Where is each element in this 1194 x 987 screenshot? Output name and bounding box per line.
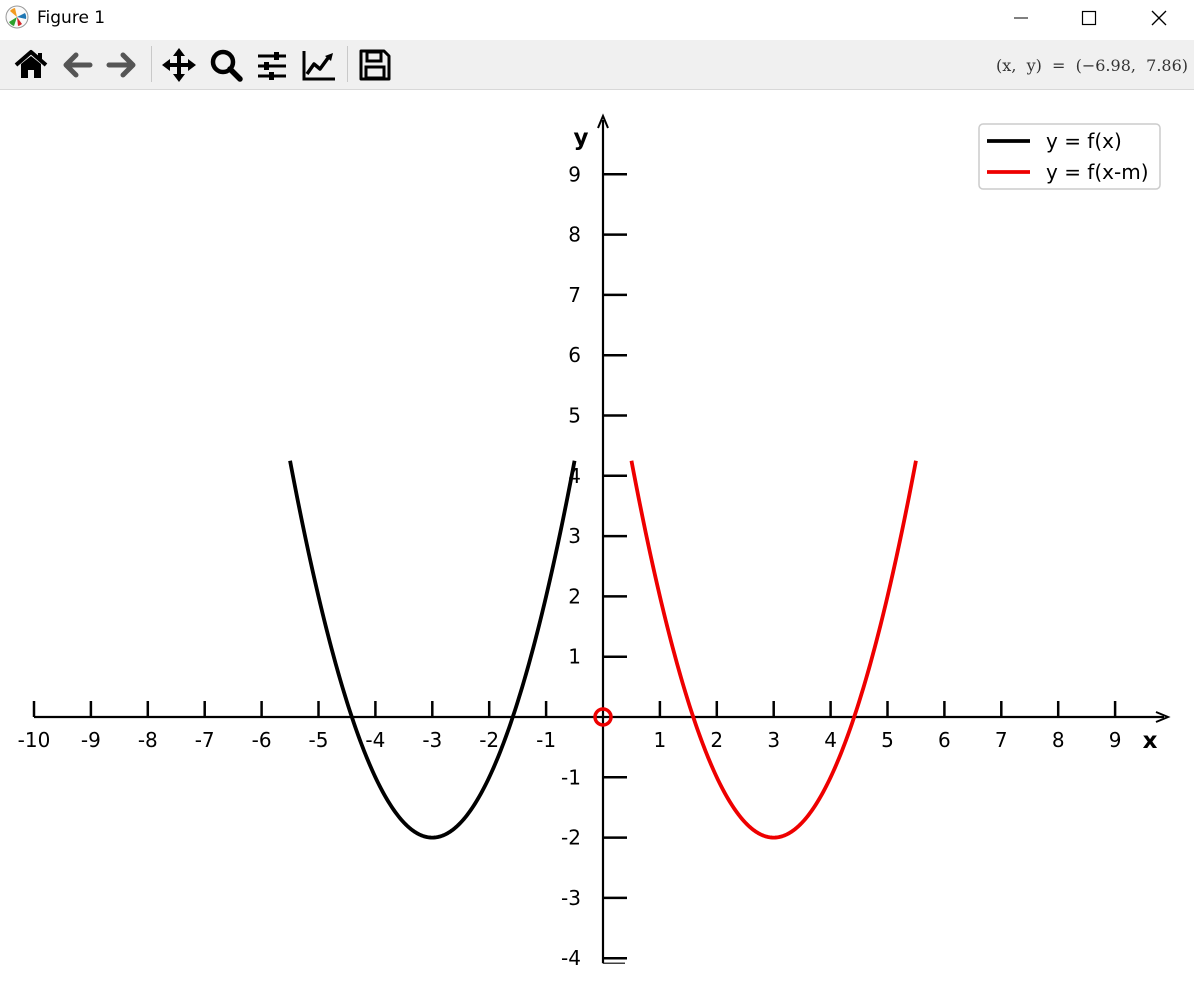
x-tick-label: -7 <box>195 728 215 752</box>
configure-subplots-icon <box>258 52 286 80</box>
close-button[interactable] <box>1124 0 1194 38</box>
x-tick-label: -2 <box>479 728 499 752</box>
y-tick-label: 4 <box>568 464 581 488</box>
y-tick-label: -3 <box>561 886 581 910</box>
zoom-button[interactable] <box>208 47 244 83</box>
x-tick-label: 4 <box>824 728 837 752</box>
home-icon <box>14 50 48 78</box>
zoom-magnifier-icon <box>210 49 243 82</box>
x-tick-label: 2 <box>710 728 723 752</box>
y-tick-label: 2 <box>568 584 581 608</box>
save-floppy-icon <box>359 49 391 81</box>
cursor-coordinates: (x, y) = (−6.98, 7.86) <box>996 56 1188 75</box>
legend-label: y = f(x-m) <box>1046 160 1149 184</box>
y-tick-label: -4 <box>561 946 581 970</box>
y-tick-label: 9 <box>568 162 581 186</box>
x-tick-label: 8 <box>1052 728 1065 752</box>
configure-subplots-button[interactable] <box>254 47 290 83</box>
forward-button[interactable] <box>104 47 140 83</box>
x-tick-label: 5 <box>881 728 894 752</box>
minimize-button[interactable] <box>985 0 1055 38</box>
x-tick-label: -10 <box>18 728 51 752</box>
y-tick-label: 6 <box>568 343 581 367</box>
y-tick-label: 8 <box>568 223 581 247</box>
tick-labels: -10 -9 -8 -7 -6 -5 -4 -3 -2 -1 1 2 3 4 5 6 7 8 9 -4 -3 -2 -1 1 2… <box>18 125 1158 970</box>
toolbar-separator <box>347 46 348 82</box>
x-tick-label: -1 <box>536 728 556 752</box>
x-tick-label: -8 <box>138 728 158 752</box>
x-tick-label: 1 <box>654 728 667 752</box>
y-tick-label: -2 <box>561 826 581 850</box>
x-tick-label: -9 <box>81 728 101 752</box>
x-tick-label: 3 <box>767 728 780 752</box>
y-tick-label: -1 <box>561 765 581 789</box>
close-icon <box>1151 10 1167 26</box>
x-tick-label: 6 <box>938 728 951 752</box>
title-bar: Figure 1 <box>0 0 1194 38</box>
window-title: Figure 1 <box>37 8 106 28</box>
edit-axes-button[interactable] <box>301 47 337 83</box>
y-tick-label: 7 <box>568 283 581 307</box>
y-tick-label: 5 <box>568 404 581 428</box>
legend-label: y = f(x) <box>1046 129 1122 153</box>
maximize-button[interactable] <box>1054 0 1124 38</box>
x-tick-label: 9 <box>1109 728 1122 752</box>
pan-button[interactable] <box>161 47 197 83</box>
maximize-icon <box>1081 10 1097 26</box>
y-tick-label: 3 <box>568 524 581 548</box>
forward-arrow-icon <box>106 52 136 78</box>
y-tick-label: 1 <box>568 645 581 669</box>
save-button[interactable] <box>357 47 393 83</box>
pan-move-icon <box>162 48 196 82</box>
series-line-1 <box>288 460 577 840</box>
x-tick-label: -4 <box>365 728 385 752</box>
edit-axes-icon <box>302 51 335 81</box>
x-tick-label: -6 <box>252 728 272 752</box>
back-button[interactable] <box>59 47 95 83</box>
minimize-icon <box>1014 17 1028 19</box>
toolbar-separator <box>151 46 152 82</box>
legend: y = f(x) y = f(x-m) <box>978 123 1161 190</box>
home-button[interactable] <box>13 47 49 83</box>
x-tick-label: -3 <box>422 728 442 752</box>
back-arrow-icon <box>63 52 93 78</box>
y-axis-label: y <box>574 125 589 151</box>
x-tick-label: 7 <box>995 728 1008 752</box>
x-axis-label: x <box>1143 728 1158 754</box>
x-tick-label: -5 <box>309 728 329 752</box>
axes <box>34 113 1171 964</box>
plot-canvas[interactable]: -10 -9 -8 -7 -6 -5 -4 -3 -2 -1 1 2 3 4 5 6 7 8 9 -4 -3 -2 -1 1 2… <box>0 90 1194 987</box>
series-line-2 <box>629 460 918 840</box>
matplotlib-icon <box>5 5 29 29</box>
